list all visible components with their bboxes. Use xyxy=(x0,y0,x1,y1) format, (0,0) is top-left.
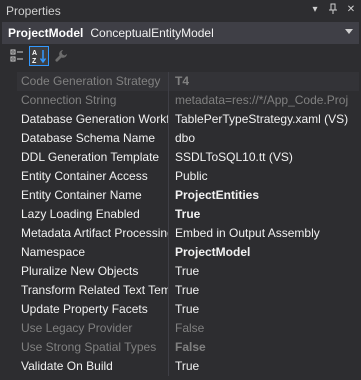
property-row[interactable]: Use Legacy Provider False xyxy=(17,319,359,338)
property-name: Metadata Artifact Processing xyxy=(21,226,168,240)
alphabetical-button[interactable]: A Z xyxy=(29,46,49,66)
property-value[interactable]: True xyxy=(169,357,359,376)
property-value[interactable]: SSDLToSQL10.tt (VS) xyxy=(169,148,359,167)
property-row[interactable]: Database Generation Workfl TablePerTypeSt… xyxy=(17,110,359,129)
window-title-bar[interactable]: Properties ▾ ✕ xyxy=(0,0,361,22)
close-icon[interactable]: ✕ xyxy=(345,3,357,17)
property-name: Connection String xyxy=(21,93,117,107)
property-name: Entity Container Name xyxy=(21,188,142,202)
property-row[interactable]: Update Property Facets True xyxy=(17,300,359,319)
property-value: T4 xyxy=(169,72,359,91)
property-value: False xyxy=(175,340,206,354)
property-name: Transform Related Text Tem xyxy=(21,283,168,297)
property-row[interactable]: Pluralize New Objects True xyxy=(17,262,359,281)
property-name: Entity Container Access xyxy=(21,169,148,183)
object-type: ConceptualEntityModel xyxy=(90,26,214,40)
property-value[interactable]: True xyxy=(169,205,359,224)
property-row[interactable]: DDL Generation Template SSDLToSQL10.tt (V… xyxy=(17,148,359,167)
property-name: Validate On Build xyxy=(21,359,113,373)
categorized-button[interactable] xyxy=(8,47,26,65)
property-value[interactable]: Embed in Output Assembly xyxy=(169,224,359,243)
property-row[interactable]: Metadata Artifact Processing Embed in Out… xyxy=(17,224,359,243)
object-name: ProjectModel xyxy=(8,26,84,40)
property-value[interactable]: Public xyxy=(169,167,359,186)
svg-text:Z: Z xyxy=(32,58,37,64)
window-buttons: ▾ ✕ xyxy=(309,3,357,17)
property-value[interactable]: TablePerTypeStrategy.xaml (VS) xyxy=(169,110,359,129)
property-name: Code Generation Strategy xyxy=(17,72,168,91)
property-name: Database Schema Name xyxy=(21,131,156,145)
property-name: Update Property Facets xyxy=(21,302,148,316)
property-name: DDL Generation Template xyxy=(21,150,160,164)
wrench-icon xyxy=(55,50,67,62)
grid-gutter xyxy=(2,72,17,380)
property-name: Use Legacy Provider xyxy=(21,321,133,335)
svg-text:A: A xyxy=(32,50,37,57)
alphabetical-icon: A Z xyxy=(32,50,47,64)
property-grid: Code Generation Strategy T4 Connection Str… xyxy=(17,72,359,376)
property-value[interactable]: dbo xyxy=(169,129,359,148)
property-row[interactable]: Entity Container Access Public xyxy=(17,167,359,186)
property-row[interactable]: Entity Container Name ProjectEntities xyxy=(17,186,359,205)
property-name: Use Strong Spatial Types xyxy=(21,340,157,354)
property-name: Namespace xyxy=(21,245,86,259)
property-value[interactable]: ProjectModel xyxy=(169,243,359,262)
property-value: False xyxy=(175,321,205,335)
property-row[interactable]: Use Strong Spatial Types False xyxy=(17,338,359,357)
property-pages-button[interactable] xyxy=(52,47,70,65)
property-row[interactable]: Transform Related Text Tem True xyxy=(17,281,359,300)
property-value[interactable]: ProjectEntities xyxy=(169,186,359,205)
property-value[interactable]: True xyxy=(169,262,359,281)
object-selector[interactable]: ProjectModel ConceptualEntityModel xyxy=(2,22,359,44)
properties-toolbar: A Z xyxy=(2,45,359,67)
property-row[interactable]: Lazy Loading Enabled True xyxy=(17,205,359,224)
property-value: metadata=res://*/App_Code.Proj xyxy=(175,93,349,107)
property-value[interactable]: True xyxy=(169,300,359,319)
property-value[interactable]: True xyxy=(169,281,359,300)
property-row[interactable]: Database Schema Name dbo xyxy=(17,129,359,148)
pin-icon[interactable] xyxy=(327,3,339,17)
property-name: Pluralize New Objects xyxy=(21,264,139,278)
property-row[interactable]: Validate On Build True xyxy=(17,357,359,376)
dropdown-icon[interactable]: ▾ xyxy=(309,3,321,17)
window-title: Properties xyxy=(6,4,61,18)
property-row[interactable]: Connection String metadata=res://*/App_Co… xyxy=(17,91,359,110)
property-row[interactable]: Namespace ProjectModel xyxy=(17,243,359,262)
property-name: Lazy Loading Enabled xyxy=(21,207,140,221)
property-row[interactable]: Code Generation Strategy T4 xyxy=(17,72,359,91)
property-name: Database Generation Workfl xyxy=(21,112,168,126)
chevron-down-icon[interactable] xyxy=(345,29,353,34)
categorized-icon xyxy=(10,49,23,62)
